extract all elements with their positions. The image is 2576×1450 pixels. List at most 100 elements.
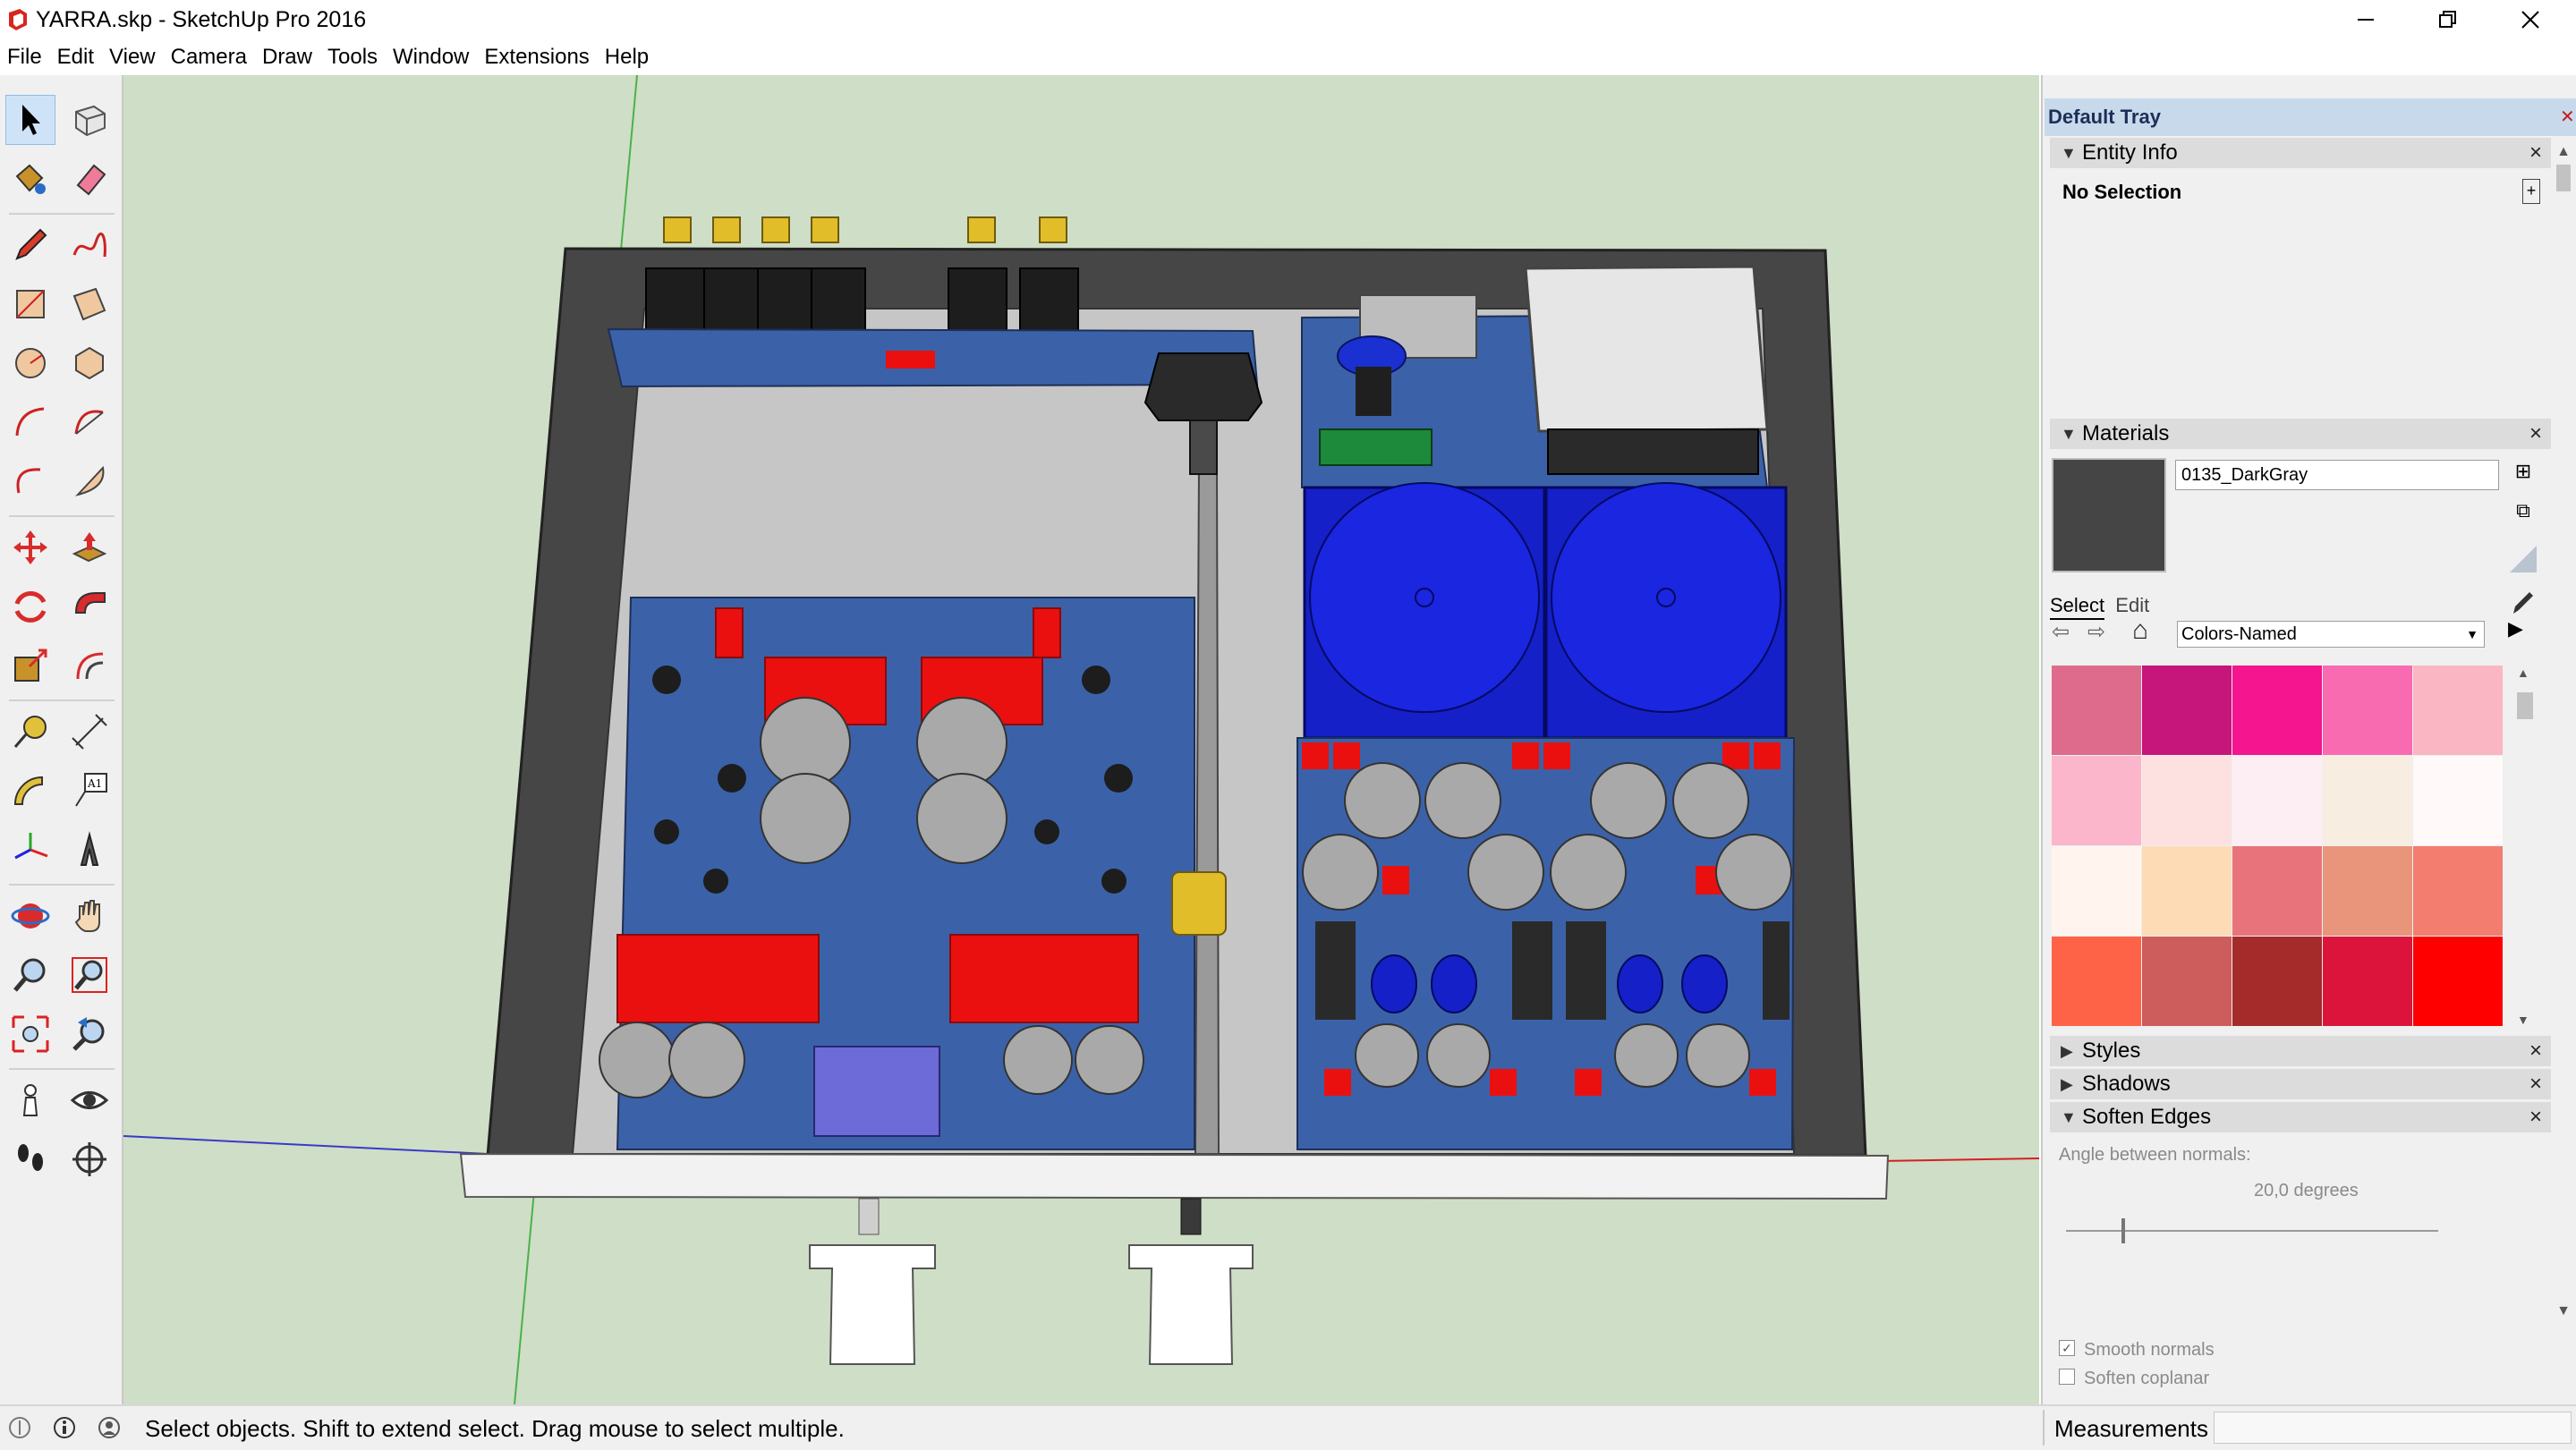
material-swatch[interactable] (2413, 756, 2503, 845)
default-material-icon[interactable]: ⧉ (2510, 499, 2537, 526)
position-camera-tool[interactable] (5, 1075, 55, 1125)
material-swatch[interactable] (2142, 756, 2232, 845)
menu-camera[interactable]: Camera (164, 39, 255, 75)
zoom-extents-tool[interactable] (5, 1009, 55, 1059)
material-swatch[interactable] (2413, 846, 2503, 936)
rotate-tool[interactable] (5, 581, 55, 632)
entity-info-header[interactable]: ▼ Entity Info × (2050, 138, 2551, 168)
close-panel-icon[interactable]: × (2521, 138, 2551, 168)
tape-measure-tool[interactable] (5, 707, 55, 757)
material-name-field[interactable]: 0135_DarkGray (2175, 460, 2499, 490)
protractor-tool[interactable] (5, 766, 55, 816)
entity-info-details-toggle[interactable]: + (2522, 179, 2540, 204)
material-swatch[interactable] (2323, 666, 2412, 755)
minimize-button[interactable] (2325, 0, 2407, 39)
material-swatch[interactable] (2232, 846, 2322, 936)
material-swatch[interactable] (2142, 846, 2232, 936)
shadows-header[interactable]: ▶ Shadows × (2050, 1069, 2551, 1099)
close-panel-icon[interactable]: × (2521, 1102, 2551, 1132)
model-viewport[interactable] (123, 75, 2039, 1404)
forward-arrow-icon[interactable]: ⇨ (2087, 619, 2105, 645)
select-tool[interactable] (5, 95, 55, 145)
material-library-select[interactable]: Colors-Named ▼ (2177, 621, 2485, 648)
menu-draw[interactable]: Draw (255, 39, 320, 75)
material-swatch[interactable] (2232, 666, 2322, 755)
text-tool[interactable]: A1 (64, 766, 115, 816)
pan-tool[interactable] (64, 891, 115, 941)
close-window-button[interactable] (2489, 0, 2572, 39)
walk-tool[interactable] (5, 1134, 55, 1184)
material-swatch[interactable] (2413, 666, 2503, 755)
rotated-rectangle-tool[interactable] (64, 279, 115, 329)
paint-bucket-tool[interactable] (5, 154, 55, 204)
close-panel-icon[interactable]: × (2521, 1036, 2551, 1066)
material-swatch[interactable] (2052, 937, 2141, 1026)
tab-select[interactable]: Select (2050, 594, 2105, 620)
sample-paint-icon[interactable] (2508, 544, 2538, 574)
smooth-normals-checkbox[interactable]: ✓ (2059, 1340, 2075, 1356)
three-point-arc-tool[interactable] (5, 456, 55, 506)
measurements-input[interactable] (2214, 1412, 2572, 1444)
menu-window[interactable]: Window (386, 39, 477, 75)
create-material-icon[interactable]: ⊞ (2510, 460, 2537, 487)
swatch-scrollbar[interactable]: ▲ ▼ (2515, 666, 2535, 1027)
details-arrow-icon[interactable]: ▶ (2508, 617, 2523, 640)
look-around-tool[interactable] (64, 1075, 115, 1125)
styles-header[interactable]: ▶ Styles × (2050, 1036, 2551, 1066)
credits-icon[interactable] (52, 1415, 77, 1440)
close-panel-icon[interactable]: × (2521, 1069, 2551, 1099)
zoom-window-tool[interactable] (64, 950, 115, 1000)
material-swatch[interactable] (2052, 756, 2141, 845)
sample-paint-eyedropper-icon[interactable] (2508, 587, 2538, 617)
3d-text-tool[interactable] (64, 825, 115, 875)
material-swatch[interactable] (2052, 846, 2141, 936)
material-swatch[interactable] (2052, 666, 2141, 755)
material-swatch[interactable] (2413, 937, 2503, 1026)
material-swatch[interactable] (2323, 846, 2412, 936)
menu-edit[interactable]: Edit (50, 39, 102, 75)
soften-coplanar-checkbox[interactable] (2059, 1369, 2075, 1385)
home-icon[interactable]: ⌂ (2132, 615, 2148, 646)
angle-slider-thumb[interactable] (2121, 1218, 2126, 1243)
move-tool[interactable] (5, 522, 55, 572)
close-panel-icon[interactable]: × (2521, 419, 2551, 449)
tray-scroll-down-icon[interactable]: ▼ (2555, 1302, 2572, 1320)
dimension-tool[interactable] (64, 707, 115, 757)
material-swatch[interactable] (2232, 937, 2322, 1026)
eraser-tool[interactable] (64, 154, 115, 204)
tray-scroll-up-icon[interactable]: ▲ (2555, 143, 2572, 161)
geo-location-icon[interactable] (7, 1415, 32, 1440)
tray-scrollbar-thumb[interactable] (2556, 165, 2571, 191)
tab-edit[interactable]: Edit (2115, 594, 2149, 616)
material-swatch[interactable] (2142, 937, 2232, 1026)
pencil-tool[interactable] (5, 220, 55, 270)
previous-view-tool[interactable] (64, 1009, 115, 1059)
two-point-arc-tool[interactable] (64, 397, 115, 447)
freehand-tool[interactable] (64, 220, 115, 270)
rectangle-tool[interactable] (5, 279, 55, 329)
section-plane-tool[interactable] (64, 1134, 115, 1184)
menu-view[interactable]: View (102, 39, 164, 75)
zoom-tool[interactable] (5, 950, 55, 1000)
menu-help[interactable]: Help (598, 39, 657, 75)
menu-tools[interactable]: Tools (320, 39, 386, 75)
make-component-tool[interactable] (64, 95, 115, 145)
follow-me-tool[interactable] (64, 581, 115, 632)
soften-edges-header[interactable]: ▼ Soften Edges × (2050, 1102, 2551, 1132)
material-swatch[interactable] (2323, 756, 2412, 845)
axes-tool[interactable] (5, 825, 55, 875)
orbit-tool[interactable] (5, 891, 55, 941)
scale-tool[interactable] (5, 640, 55, 691)
menu-file[interactable]: File (0, 39, 50, 75)
material-swatch[interactable] (2232, 756, 2322, 845)
back-arrow-icon[interactable]: ⇦ (2052, 619, 2070, 645)
push-pull-tool[interactable] (64, 522, 115, 572)
offset-tool[interactable] (64, 640, 115, 691)
user-icon[interactable] (97, 1415, 122, 1440)
menu-extensions[interactable]: Extensions (477, 39, 597, 75)
material-swatch[interactable] (2323, 937, 2412, 1026)
material-swatch[interactable] (2142, 666, 2232, 755)
circle-tool[interactable] (5, 338, 55, 388)
materials-header[interactable]: ▼ Materials × (2050, 419, 2551, 449)
tray-close-button[interactable]: ✕ (2560, 106, 2575, 128)
